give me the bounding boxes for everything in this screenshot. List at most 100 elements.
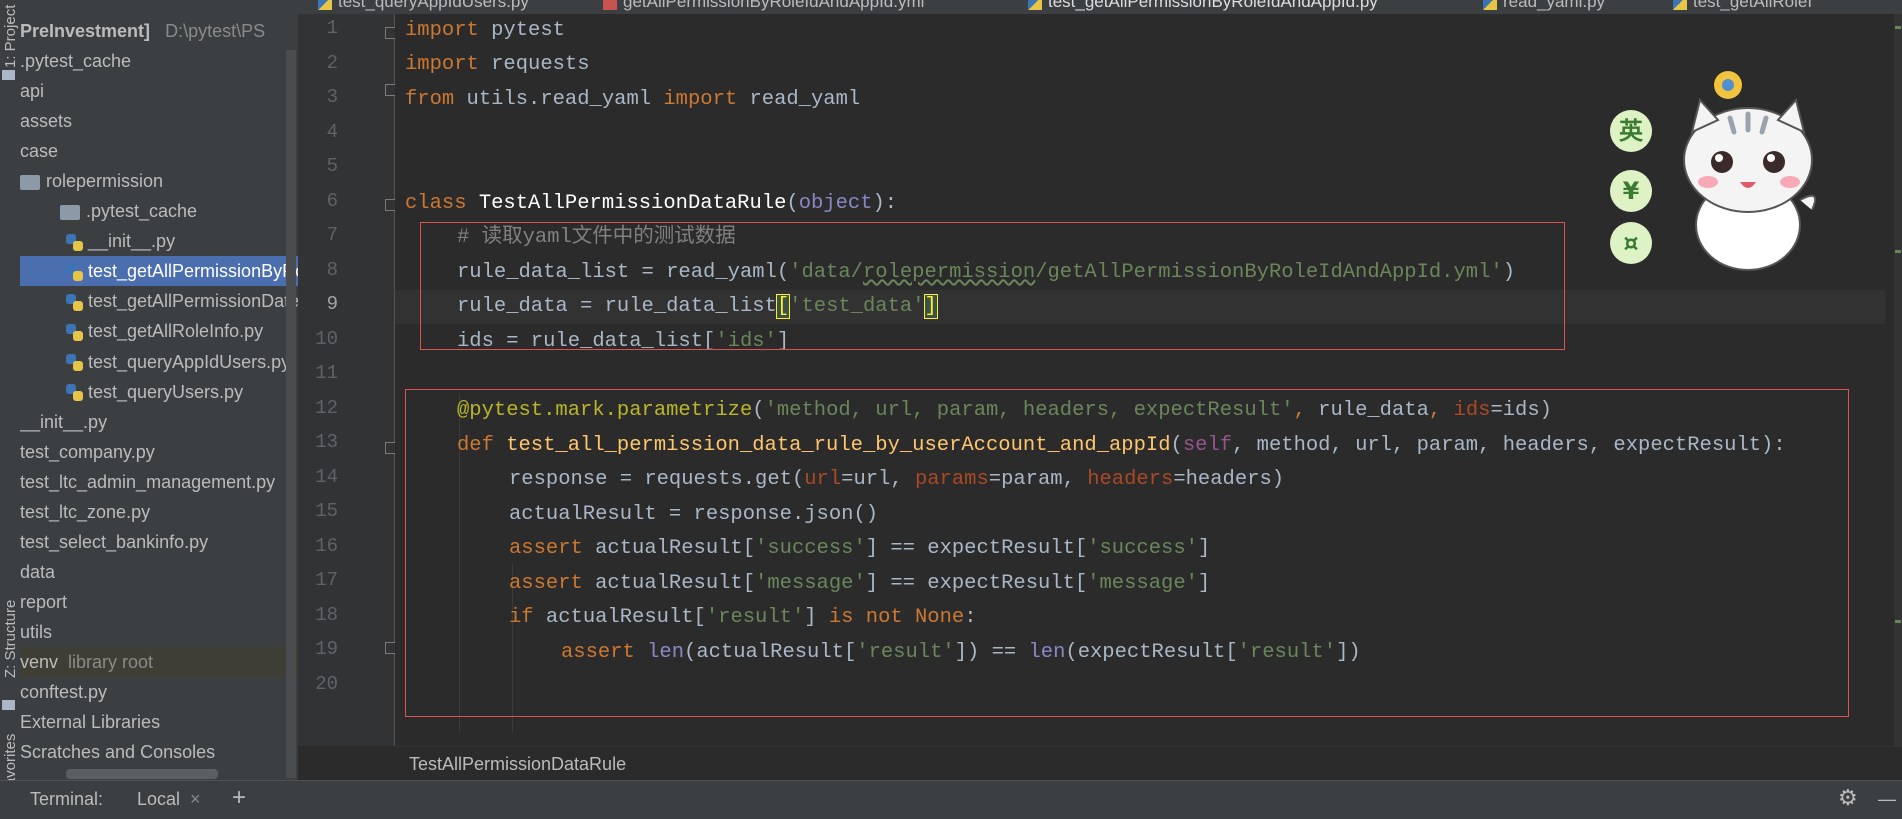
yaml-file-icon <box>603 0 617 10</box>
tree-item[interactable]: .pytest_cache <box>20 46 298 76</box>
line-number: 13 <box>315 431 338 453</box>
tab-test-getallroleinfo[interactable]: test_getAllRoleI <box>1673 0 1812 14</box>
folder-icon <box>2 70 15 80</box>
tab-read-yaml[interactable]: read_yaml.py <box>1483 0 1605 14</box>
line-number: 19 <box>315 638 338 660</box>
project-root[interactable]: PreInvestment] D:\pytest\PS <box>20 16 298 46</box>
scroll-marker <box>1895 26 1901 29</box>
tool-tab-project-label: 1: Project <box>2 4 19 68</box>
line-number: 17 <box>315 569 338 591</box>
tree-item[interactable]: External Libraries <box>20 707 298 737</box>
tree-item-label: __init__.py <box>88 231 176 252</box>
python-file-icon <box>318 0 332 10</box>
cat-illustration <box>1683 71 1816 271</box>
project-root-name: PreInvestment] <box>20 21 151 41</box>
tree-item[interactable]: .pytest_cache <box>20 196 298 226</box>
line-number: 8 <box>326 258 338 281</box>
tree-item[interactable]: case <box>20 136 298 166</box>
python-file-icon <box>1028 0 1042 10</box>
tree-item[interactable]: rolepermission <box>20 166 298 196</box>
folder-icon <box>60 205 80 220</box>
tree-item[interactable]: report <box>20 587 298 617</box>
close-icon[interactable]: × <box>190 789 201 810</box>
editor-tab-bar: test_queryAppIdUsers.py getAllPermission… <box>298 0 1902 15</box>
tab-label: test_getAllRoleI <box>1693 0 1813 11</box>
gear-icon[interactable]: ⚙ <box>1838 785 1858 811</box>
add-terminal-icon[interactable]: + <box>232 784 246 812</box>
tree-item[interactable]: data <box>20 557 298 587</box>
terminal-label[interactable]: Terminal: <box>30 789 103 810</box>
tab-label: test_getAllPermissionByRoleIdAndAppId.py <box>1048 0 1378 11</box>
scroll-marker <box>1895 620 1901 623</box>
tree-item-label: test_getAllRoleInfo.py <box>88 321 264 342</box>
tree-item-label: conftest.py <box>20 682 108 703</box>
tree-item-label: Scratches and Consoles <box>20 742 216 763</box>
line-number: 7 <box>326 224 338 246</box>
python-file-icon <box>1673 0 1687 10</box>
structure-icon <box>2 700 15 710</box>
python-file-icon <box>66 323 84 342</box>
python-file-icon <box>66 263 84 282</box>
line-number: 18 <box>315 603 338 626</box>
line-number: 15 <box>315 500 338 522</box>
tree-item[interactable]: __init__.py <box>20 407 298 437</box>
project-panel: PreInvestment] D:\pytest\PS .pytest_cach… <box>20 0 298 780</box>
tab-label: getAllPermissionByRoleIdAndAppId.yml <box>623 0 925 11</box>
tree-item[interactable]: __init__.py <box>20 226 298 256</box>
tree-item[interactable]: test_select_bankinfo.py <box>20 527 298 557</box>
code-line-1: import pytest <box>405 19 565 42</box>
tree-item-label: test_company.py <box>20 441 155 462</box>
breadcrumb-class[interactable]: TestAllPermissionDataRule <box>409 754 626 774</box>
tree-item[interactable]: test_company.py <box>20 437 298 467</box>
python-file-icon <box>66 353 84 372</box>
tree-item[interactable]: test_getAllPermissionByRoleIdAndAppId.py <box>20 256 298 287</box>
tree-item[interactable]: test_queryUsers.py <box>20 377 298 407</box>
tree-item[interactable]: test_ltc_zone.py <box>20 497 298 527</box>
bottom-tool-bar: Terminal: Local × + ⚙ — <box>0 780 1902 819</box>
line-number: 1 <box>326 17 338 39</box>
tool-window-strip: 1: Project Z: Structure 2: Favorites <box>0 0 21 812</box>
tree-item[interactable]: conftest.py <box>20 677 298 707</box>
project-vertical-scrollbar[interactable] <box>286 50 296 778</box>
tree-item-label: test_queryAppIdUsers.py <box>88 351 291 372</box>
tool-tab-structure-label: Z: Structure <box>2 599 19 678</box>
line-number: 16 <box>315 534 338 557</box>
python-file-icon <box>66 293 84 312</box>
code-line-2: import requests <box>405 53 590 76</box>
tree-item-label: test_getAllPermissionDateRule.py <box>88 291 298 312</box>
tree-item-label: data <box>20 561 56 582</box>
tree-item[interactable]: utils <box>20 617 298 647</box>
scroll-marker <box>1895 250 1901 253</box>
line-number: 12 <box>315 396 338 419</box>
tool-tab-structure[interactable]: Z: Structure <box>0 580 20 680</box>
code-line-6: class TestAllPermissionDataRule(object): <box>405 192 898 215</box>
tab-label: test_queryAppIdUsers.py <box>338 0 529 11</box>
terminal-tab-local[interactable]: Local <box>137 789 180 810</box>
line-number: 2 <box>326 51 338 74</box>
tree-item-label: .pytest_cache <box>86 201 198 222</box>
line-number: 14 <box>315 465 338 488</box>
tree-item-label: .pytest_cache <box>20 51 132 71</box>
tree-item[interactable]: test_getAllPermissionDateRule.py <box>20 286 298 316</box>
cat-sticker: 英 ¥ ¤ <box>1600 60 1820 280</box>
tree-item[interactable]: Scratches and Consoles <box>20 737 298 767</box>
tree-item[interactable]: assets <box>20 106 298 136</box>
tree-item[interactable]: test_queryAppIdUsers.py <box>20 347 298 377</box>
tree-item[interactable]: test_ltc_admin_management.py <box>20 467 298 497</box>
tree-item-label: report <box>20 591 68 612</box>
tree-item[interactable]: venv library root <box>20 647 298 677</box>
tool-tab-favorites[interactable]: 2: Favorites <box>0 720 20 812</box>
breadcrumb[interactable]: TestAllPermissionDataRule <box>395 746 1902 781</box>
editor-scrollbar[interactable] <box>1894 14 1902 746</box>
tree-item[interactable]: api <box>20 76 298 106</box>
project-horizontal-scrollbar[interactable] <box>66 769 218 779</box>
folder-icon <box>20 174 40 190</box>
minimize-icon[interactable]: — <box>1878 789 1896 810</box>
tree-item-label: test_ltc_zone.py <box>20 501 151 522</box>
tree-item-label: venv <box>20 652 59 672</box>
tab-test-queryappidusers[interactable]: test_queryAppIdUsers.py <box>318 0 529 14</box>
tab-test-getallpermission-py[interactable]: test_getAllPermissionByRoleIdAndAppId.py <box>1028 0 1378 14</box>
tab-getallpermission-yml[interactable]: getAllPermissionByRoleIdAndAppId.yml <box>603 0 924 14</box>
tree-item[interactable]: test_getAllRoleInfo.py <box>20 316 298 346</box>
tree-item-label: assets <box>20 111 73 132</box>
